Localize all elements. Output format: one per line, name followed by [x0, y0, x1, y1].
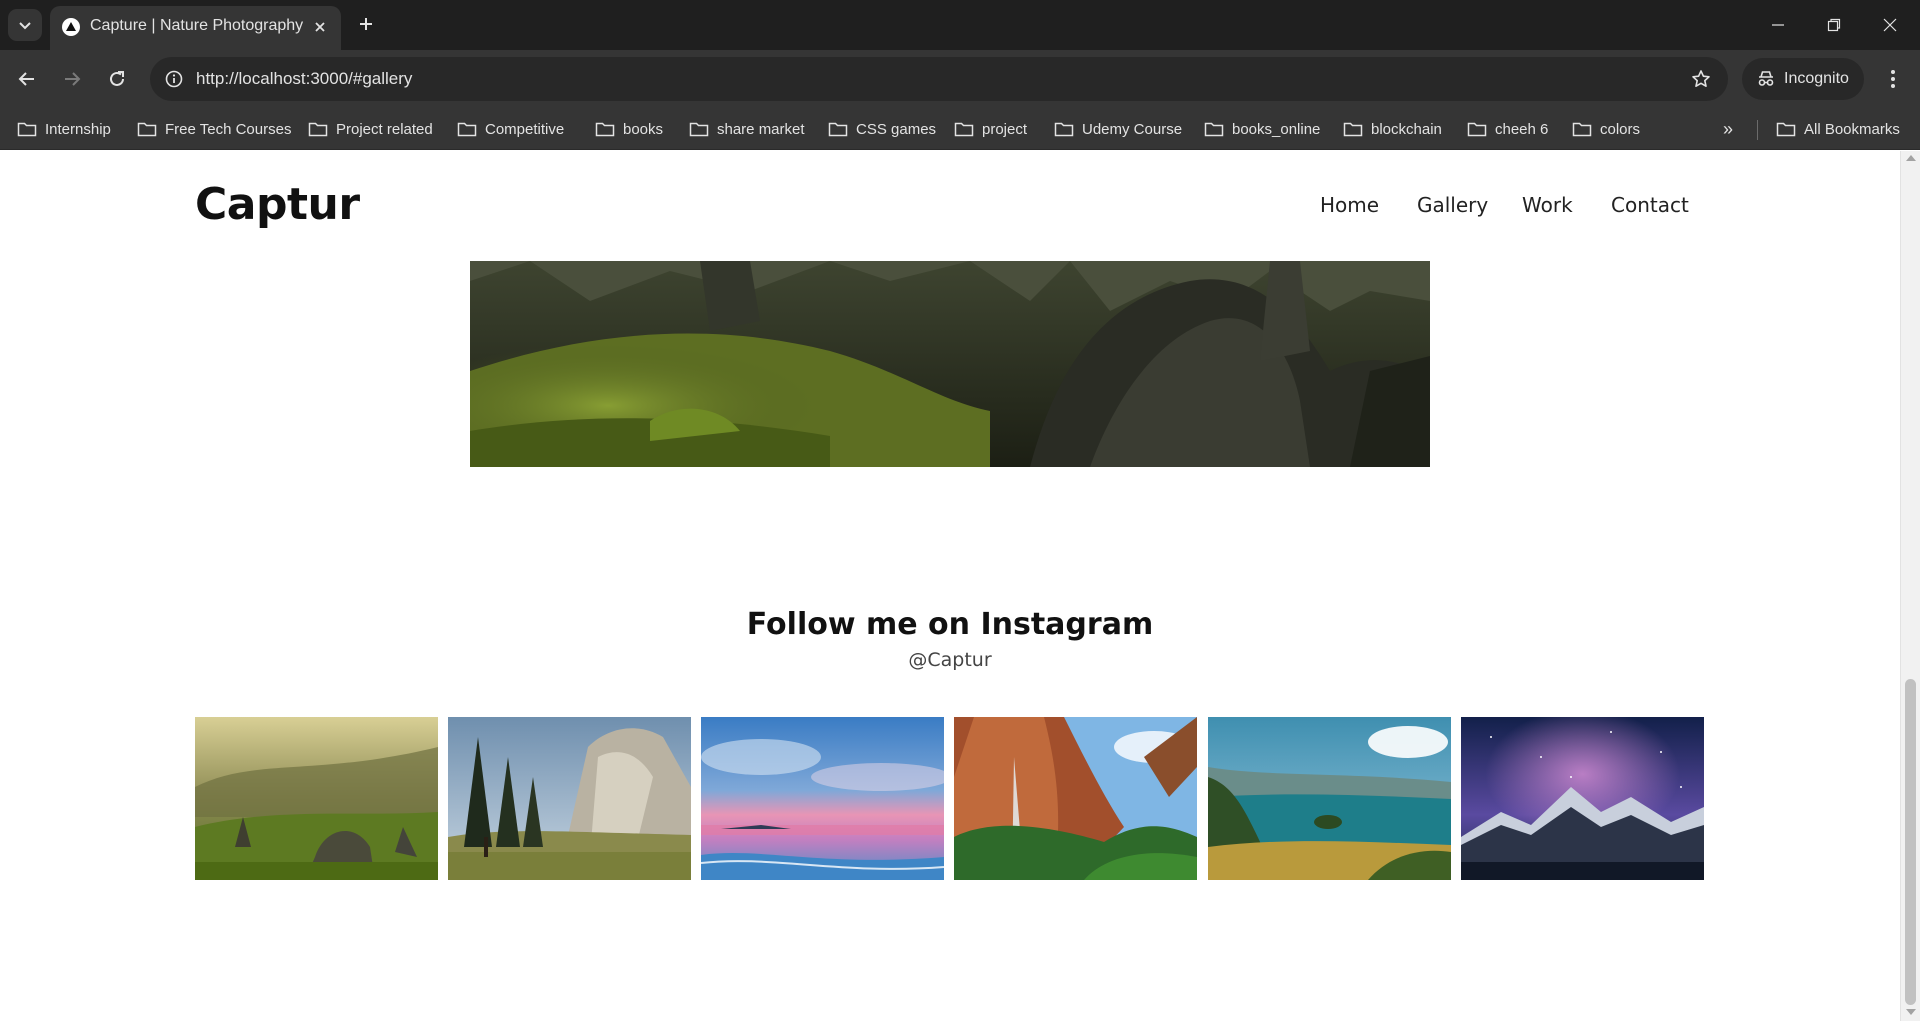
address-bar[interactable]: http://localhost:3000/#gallery [150, 57, 1728, 101]
folder-icon [137, 122, 157, 137]
bookmark-star-icon[interactable] [1688, 66, 1714, 92]
bookmark-label: CSS games [856, 120, 937, 138]
minimize-icon [1772, 24, 1784, 26]
bookmark-label: Competitive [485, 120, 565, 138]
restore-icon [1827, 18, 1841, 32]
nav-contact-link[interactable]: Contact [1611, 192, 1689, 218]
scroll-down-arrow-icon[interactable] [1906, 1009, 1916, 1015]
folder-icon [17, 122, 37, 137]
folder-icon [308, 122, 328, 137]
bookmark-folder-css-games[interactable]: CSS games [828, 116, 936, 142]
bookmark-folder-blockchain[interactable]: blockchain [1343, 116, 1442, 142]
close-icon [1883, 18, 1897, 32]
nav-gallery-link[interactable]: Gallery [1417, 192, 1488, 218]
bookmark-label: share market [717, 120, 805, 138]
bookmark-label: Udemy Course [1082, 120, 1183, 138]
site-info-icon[interactable] [160, 65, 188, 93]
bookmark-label: blockchain [1371, 120, 1442, 138]
tab-close-icon[interactable] [308, 15, 332, 39]
browser-tab-bar: Capture | Nature Photography [0, 0, 1920, 50]
instagram-photo-canyon-waterfall[interactable] [954, 717, 1197, 880]
chevron-down-icon [19, 22, 31, 30]
bookmark-folder-share-market[interactable]: share market [689, 116, 805, 142]
bookmark-folder-project[interactable]: project [954, 116, 1027, 142]
instagram-title: Follow me on Instagram [746, 607, 1154, 642]
instagram-photo-ocean-sunset[interactable] [701, 717, 944, 880]
url-text[interactable]: http://localhost:3000/#gallery [196, 68, 412, 90]
bookmarks-divider [1757, 120, 1758, 140]
more-vertical-icon [1891, 70, 1895, 88]
bookmark-label: Internship [45, 120, 111, 138]
folder-icon [954, 122, 974, 137]
folder-icon [689, 122, 709, 137]
close-window-button[interactable] [1862, 0, 1918, 50]
incognito-badge[interactable]: Incognito [1742, 58, 1864, 100]
plus-icon [360, 18, 372, 30]
incognito-icon [1758, 71, 1774, 86]
bookmark-label: colors [1600, 120, 1641, 138]
back-button[interactable] [12, 64, 42, 94]
arrow-right-icon [65, 72, 81, 86]
folder-icon [595, 122, 615, 137]
browser-toolbar: http://localhost:3000/#gallery Incognito [0, 50, 1920, 108]
reload-button[interactable] [102, 64, 132, 94]
scroll-up-arrow-icon[interactable] [1906, 155, 1916, 161]
restore-button[interactable] [1806, 0, 1862, 50]
bookmark-label: Project related [336, 120, 433, 138]
bookmark-folder-competitive[interactable]: Competitive [457, 116, 564, 142]
tab-title: Capture | Nature Photography [90, 17, 304, 34]
new-tab-button[interactable] [352, 10, 380, 38]
instagram-handle[interactable]: @Captur [0, 648, 1900, 672]
folder-icon [1467, 122, 1487, 137]
folder-icon [457, 122, 477, 137]
bookmark-folder-project-related[interactable]: Project related [308, 116, 433, 142]
folder-icon [1054, 122, 1074, 137]
bookmark-label: cheeh 6 [1495, 120, 1549, 138]
bookmark-label: books_online [1232, 120, 1321, 138]
nav-work-link[interactable]: Work [1522, 192, 1573, 218]
instagram-photo-mountain-valley[interactable] [195, 717, 438, 880]
folder-icon [1572, 122, 1592, 137]
bookmark-folder-books[interactable]: books [595, 116, 663, 142]
bookmarks-bar: Internship Free Tech Courses Project rel… [0, 108, 1920, 150]
forward-button[interactable] [57, 64, 87, 94]
instagram-photo-blue-lake[interactable] [1208, 717, 1451, 880]
site-header: Captur Home Gallery Work Contact [0, 151, 1900, 261]
browser-tab-active[interactable]: Capture | Nature Photography [50, 6, 341, 50]
tab-search-button[interactable] [8, 9, 42, 41]
bookmark-folder-free-tech-courses[interactable]: Free Tech Courses [137, 116, 291, 142]
site-logo[interactable]: Captur [195, 177, 360, 233]
bookmark-label: books [623, 120, 664, 138]
incognito-label: Incognito [1784, 70, 1849, 87]
bookmark-label: Free Tech Courses [165, 120, 292, 138]
bookmark-label: project [982, 120, 1028, 138]
bookmark-folder-cheeh-6[interactable]: cheeh 6 [1467, 116, 1548, 142]
bookmark-folder-udemy-course[interactable]: Udemy Course [1054, 116, 1182, 142]
arrow-left-icon [18, 72, 34, 86]
scrollbar-thumb[interactable] [1905, 679, 1916, 1005]
gallery-featured-image [470, 261, 1430, 467]
bookmark-folder-colors[interactable]: colors [1572, 116, 1640, 142]
minimize-button[interactable] [1750, 0, 1806, 50]
page-scrollbar[interactable] [1900, 151, 1920, 1021]
folder-icon [1343, 122, 1363, 137]
nav-home-link[interactable]: Home [1320, 192, 1379, 218]
bookmark-folder-internship[interactable]: Internship [17, 116, 111, 142]
site-favicon-icon [62, 18, 80, 36]
folder-icon [828, 122, 848, 137]
all-bookmarks-label: All Bookmarks [1804, 120, 1900, 138]
folder-icon [1204, 122, 1224, 137]
page-viewport: Captur Home Gallery Work Contact Follow … [0, 151, 1920, 1021]
instagram-photo-el-capitan[interactable] [448, 717, 691, 880]
all-bookmarks-button[interactable]: All Bookmarks [1776, 116, 1900, 142]
reload-icon [110, 71, 124, 86]
bookmarks-overflow-button[interactable]: » [1716, 118, 1740, 140]
browser-menu-button[interactable] [1878, 64, 1908, 94]
instagram-photo-milky-way[interactable] [1461, 717, 1704, 880]
bookmark-folder-books-online[interactable]: books_online [1204, 116, 1320, 142]
folder-icon [1776, 122, 1796, 137]
